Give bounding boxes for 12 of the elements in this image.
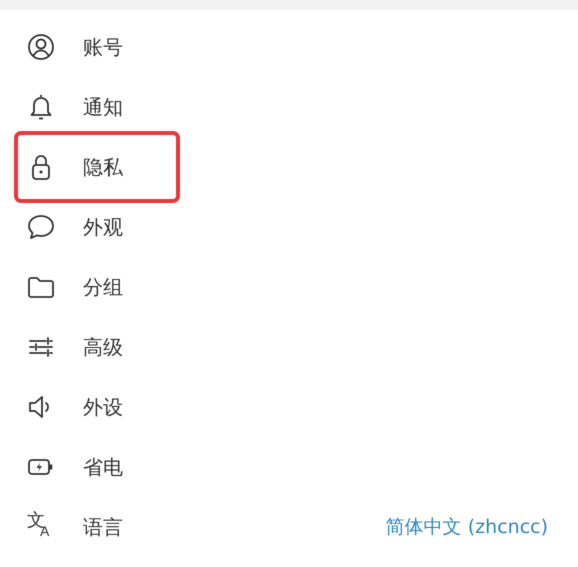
menu-item-label[interactable]: 外观 (83, 214, 123, 240)
menu-item-label[interactable]: 省电 (83, 454, 123, 480)
account-icon (26, 32, 56, 62)
menu-item-label[interactable]: 高级 (83, 334, 123, 360)
menu-item-label[interactable]: 隐私 (83, 154, 123, 180)
menu-item-label[interactable]: 账号 (83, 34, 123, 60)
menu-item-label[interactable]: 语言 (83, 514, 123, 540)
menu-item-label[interactable]: 分组 (83, 274, 123, 300)
speech-bubble-icon (26, 212, 56, 242)
language-value[interactable]: 简体中文 (zhcncc) (386, 514, 548, 540)
menu-item-label[interactable]: 外设 (83, 394, 123, 420)
menu-item-label[interactable]: 通知 (83, 94, 123, 120)
